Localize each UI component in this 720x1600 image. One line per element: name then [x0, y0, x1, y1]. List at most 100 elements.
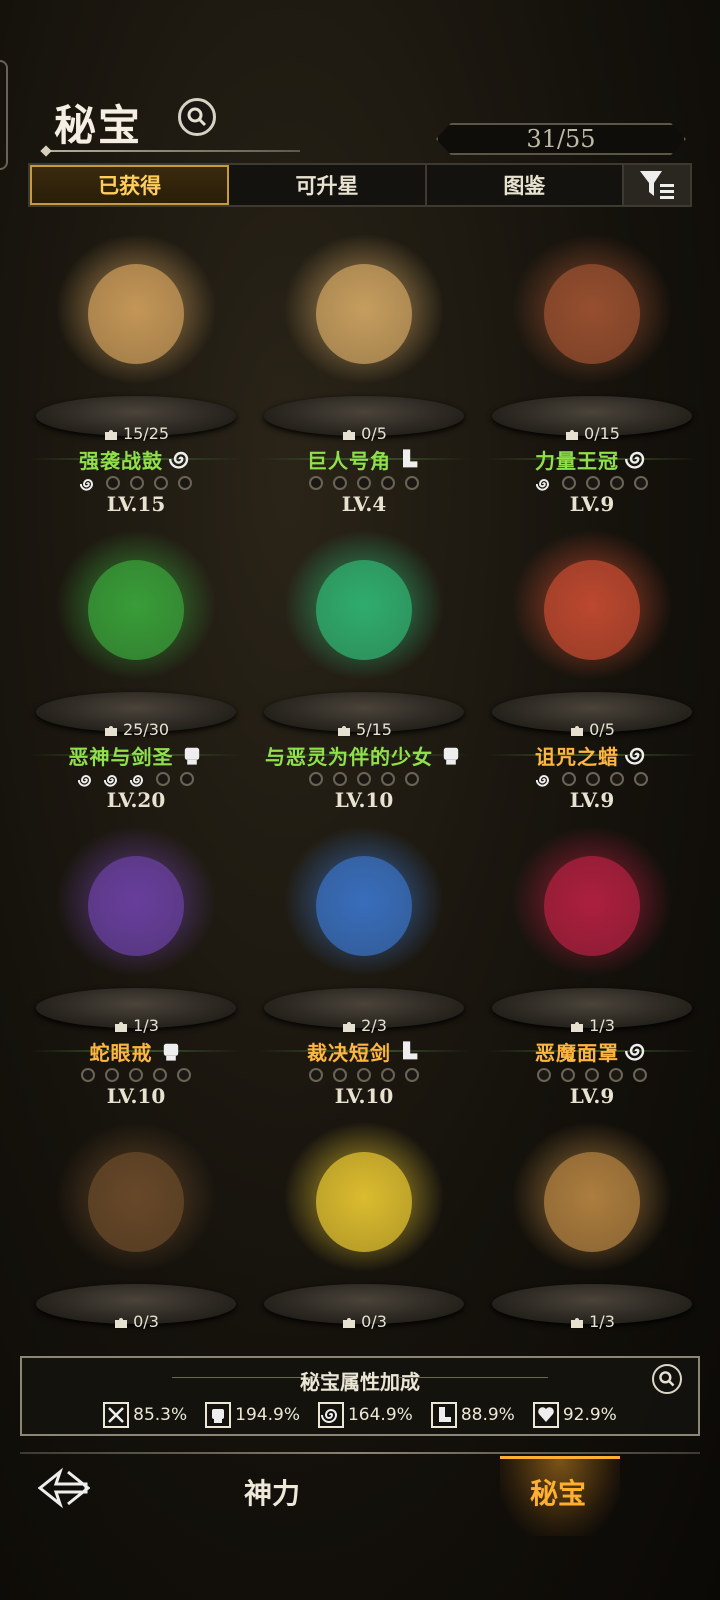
name-row: 与恶灵为伴的少女 — [250, 740, 478, 770]
fragment-text: 0/3 — [361, 1312, 387, 1331]
treasure-card[interactable]: 2/3 裁决短剑 LV.10 — [250, 806, 478, 1108]
puzzle-icon — [569, 1018, 585, 1034]
back-arrow-icon — [37, 1467, 91, 1509]
treasure-name: 强袭战鼓 — [79, 448, 163, 473]
boot-icon — [397, 447, 421, 471]
fragment-count: 0/5 — [250, 424, 478, 443]
puzzle-icon — [341, 1314, 357, 1330]
star-empty — [561, 1068, 575, 1082]
fragment-count: 2/3 — [250, 1016, 478, 1035]
spiral-icon — [625, 1039, 649, 1063]
star-rating — [250, 476, 478, 490]
search-button[interactable] — [178, 98, 216, 136]
treasure-card[interactable]: 1/3 恶魔面罩 LV.9 — [478, 806, 706, 1108]
treasure-card[interactable]: 0/5 巨人号角 LV.4 — [250, 214, 478, 516]
boot-icon — [397, 1039, 421, 1063]
star-rating — [22, 1068, 250, 1082]
search-icon — [187, 107, 207, 127]
star-rating — [478, 476, 706, 492]
star-rating — [22, 476, 250, 492]
fragment-text: 1/3 — [589, 1312, 615, 1331]
spirit-girl-icon — [274, 520, 454, 690]
star-empty — [153, 1068, 167, 1082]
star-empty — [106, 476, 120, 490]
lotus-icon — [274, 1112, 454, 1282]
treasure-card[interactable]: 15/25 强袭战鼓 LV.15 — [22, 214, 250, 516]
fragment-count: 0/15 — [478, 424, 706, 443]
fist-icon — [180, 743, 204, 767]
treasure-name: 诅咒之蜡 — [535, 744, 619, 769]
pipe-icon — [502, 1112, 682, 1282]
name-row: 裁决短剑 — [250, 1036, 478, 1066]
puzzle-icon — [113, 1314, 129, 1330]
star-empty — [381, 1068, 395, 1082]
star-empty — [154, 476, 168, 490]
back-button[interactable] — [37, 1466, 91, 1510]
fragment-count: 0/5 — [478, 720, 706, 739]
demon-swordsman-icon — [46, 520, 226, 690]
star-empty — [634, 772, 648, 786]
stat-strength: 194.9% — [205, 1402, 300, 1428]
star-empty — [309, 772, 323, 786]
star-spiral — [129, 772, 146, 788]
divider — [398, 1377, 548, 1378]
fragment-text: 0/5 — [589, 720, 615, 739]
nav-power[interactable]: 神力 — [244, 1472, 300, 1512]
spiral-icon — [317, 1402, 344, 1428]
tab-upgradable[interactable]: 可升星 — [229, 165, 427, 205]
filter-button[interactable] — [623, 165, 690, 205]
candle-icon — [502, 520, 682, 690]
star-empty — [633, 1068, 647, 1082]
heart-icon — [532, 1402, 559, 1428]
star-empty — [586, 772, 600, 786]
attribute-bonus-panel[interactable]: 秘宝属性加成 85.3% 194.9% 164.9% 88.9% 92.9% — [20, 1356, 700, 1436]
title-underline — [42, 150, 300, 152]
star-empty — [309, 476, 323, 490]
star-rating — [478, 772, 706, 788]
stat-spirit: 164.9% — [317, 1402, 413, 1428]
fragment-text: 0/15 — [584, 424, 620, 443]
treasure-card[interactable]: 0/15 力量王冠 LV.9 — [478, 214, 706, 516]
star-empty — [178, 476, 192, 490]
fragment-count: 15/25 — [22, 424, 250, 443]
star-empty — [634, 476, 648, 490]
bag-icon — [46, 1112, 226, 1282]
dagger-icon — [274, 816, 454, 986]
stat-value: 88.9% — [460, 1405, 515, 1425]
fragment-count: 25/30 — [22, 720, 250, 739]
boot-icon — [430, 1402, 457, 1428]
star-rating — [250, 772, 478, 786]
treasure-name: 巨人号角 — [307, 448, 391, 473]
star-empty — [105, 1068, 119, 1082]
bonus-detail-button[interactable] — [652, 1364, 682, 1394]
tab-codex[interactable]: 图鉴 — [427, 165, 624, 205]
search-icon — [659, 1371, 675, 1387]
fragment-count: 5/15 — [250, 720, 478, 739]
star-empty — [129, 1068, 143, 1082]
treasure-name: 恶神与剑圣 — [68, 744, 174, 769]
treasure-name: 与恶灵为伴的少女 — [265, 744, 433, 769]
bonus-title: 秘宝属性加成 — [300, 1370, 420, 1394]
star-empty — [357, 772, 371, 786]
treasure-card[interactable]: 0/5 诅咒之蜡 LV.9 — [478, 510, 706, 812]
puzzle-icon — [113, 1018, 129, 1034]
star-rating — [22, 772, 250, 788]
treasure-card[interactable]: 1/3 蛇眼戒 LV.10 — [22, 806, 250, 1108]
star-empty — [357, 1068, 371, 1082]
star-empty — [333, 476, 347, 490]
page-title: 秘宝 — [54, 101, 143, 150]
puzzle-icon — [103, 722, 119, 738]
tab-obtained[interactable]: 已获得 — [30, 165, 230, 205]
star-empty — [610, 476, 624, 490]
fist-icon — [439, 743, 463, 767]
fragment-text: 25/30 — [122, 720, 170, 739]
star-empty — [381, 476, 395, 490]
treasure-card[interactable]: 5/15 与恶灵为伴的少女 LV.10 — [250, 510, 478, 812]
left-edge-handle — [0, 60, 8, 170]
treasure-card[interactable]: 25/30 恶神与剑圣 LV.20 — [22, 510, 250, 812]
stat-vitality: 92.9% — [532, 1402, 617, 1428]
fragment-text: 5/15 — [356, 720, 392, 739]
nav-treasure[interactable]: 秘宝 — [530, 1472, 586, 1512]
star-rating — [250, 1068, 478, 1082]
mask-icon — [502, 816, 682, 986]
